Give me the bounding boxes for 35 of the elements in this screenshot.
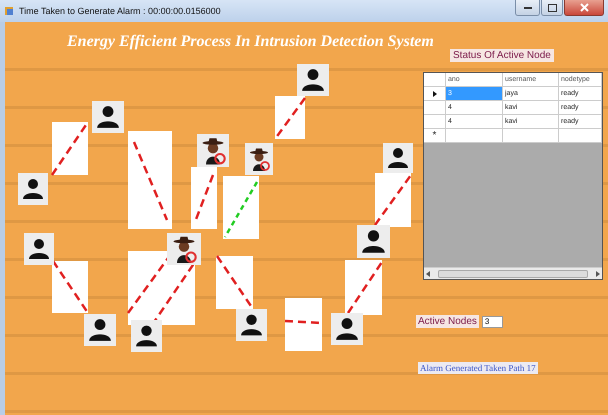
- person-icon: [331, 313, 363, 345]
- form-heading: Energy Efficient Process In Intrusion Detection System: [66, 33, 435, 51]
- left-arrow-icon[interactable]: [426, 270, 430, 276]
- person-icon: [24, 233, 54, 265]
- status-label: Status Of Active Node: [450, 49, 554, 62]
- app-icon: [4, 6, 14, 16]
- person-icon: [18, 173, 48, 205]
- window-title: Time Taken to Generate Alarm : 00:00:00.0156000: [19, 6, 222, 16]
- intruder-icon: [245, 143, 273, 175]
- intruder-icon: [167, 233, 201, 265]
- active-nodes-field[interactable]: 3: [482, 316, 503, 328]
- maximize-icon: [548, 4, 556, 12]
- right-arrow-icon[interactable]: [596, 270, 600, 276]
- link-background: [285, 298, 322, 351]
- person-icon: [92, 101, 124, 133]
- person-icon: [84, 314, 116, 346]
- person-icon: [297, 64, 329, 96]
- minimize-button[interactable]: [515, 0, 540, 16]
- table-cell[interactable]: [446, 129, 503, 143]
- intruder-icon: [197, 134, 229, 167]
- person-icon: [357, 225, 390, 258]
- horizontal-scrollbar[interactable]: [424, 267, 602, 279]
- maximize-button[interactable]: [541, 0, 563, 16]
- close-button[interactable]: [564, 0, 604, 16]
- current-row-icon: [432, 90, 436, 96]
- person-icon: [131, 320, 162, 352]
- link-background: [191, 167, 217, 229]
- table-cell[interactable]: [503, 129, 559, 143]
- active-nodes-label: Active Nodes: [416, 315, 479, 328]
- alarm-message: Alarm Generated Taken Path 17: [418, 362, 538, 374]
- table-cell[interactable]: [559, 129, 602, 143]
- minimize-icon: [524, 6, 532, 10]
- person-icon: [236, 309, 267, 341]
- close-icon: [580, 3, 588, 12]
- person-icon: [383, 143, 413, 173]
